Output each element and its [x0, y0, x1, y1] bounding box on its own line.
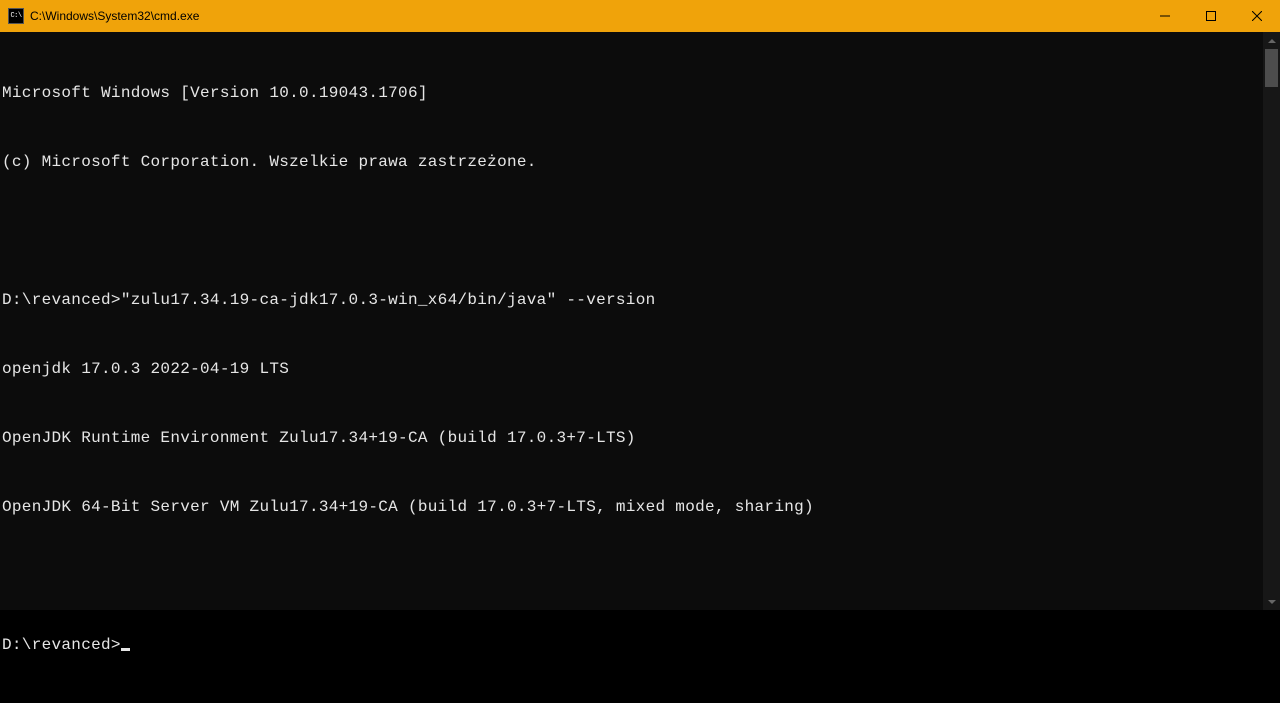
scroll-up-arrow[interactable]	[1263, 32, 1280, 49]
cmd-window: C:\Windows\System32\cmd.exe Microsoft Wi…	[0, 0, 1280, 610]
titlebar-controls	[1142, 0, 1280, 32]
output-line: OpenJDK Runtime Environment Zulu17.34+19…	[2, 427, 1261, 450]
maximize-button[interactable]	[1188, 0, 1234, 32]
close-button[interactable]	[1234, 0, 1280, 32]
output-line: D:\revanced>"zulu17.34.19-ca-jdk17.0.3-w…	[2, 289, 1261, 312]
output-line	[2, 220, 1261, 243]
titlebar-left: C:\Windows\System32\cmd.exe	[8, 8, 199, 24]
minimize-button[interactable]	[1142, 0, 1188, 32]
scroll-thumb[interactable]	[1265, 49, 1278, 87]
titlebar[interactable]: C:\Windows\System32\cmd.exe	[0, 0, 1280, 32]
output-line	[2, 565, 1261, 588]
vertical-scrollbar[interactable]	[1263, 32, 1280, 610]
window-title: C:\Windows\System32\cmd.exe	[30, 9, 199, 23]
output-line: OpenJDK 64-Bit Server VM Zulu17.34+19-CA…	[2, 496, 1261, 519]
output-line: (c) Microsoft Corporation. Wszelkie praw…	[2, 151, 1261, 174]
output-line: openjdk 17.0.3 2022-04-19 LTS	[2, 358, 1261, 381]
terminal-output[interactable]: Microsoft Windows [Version 10.0.19043.17…	[0, 32, 1263, 610]
terminal-area[interactable]: Microsoft Windows [Version 10.0.19043.17…	[0, 32, 1280, 610]
scroll-down-arrow[interactable]	[1263, 593, 1280, 610]
prompt-line[interactable]: D:\revanced>	[2, 634, 1261, 657]
cmd-icon	[8, 8, 24, 24]
output-line: Microsoft Windows [Version 10.0.19043.17…	[2, 82, 1261, 105]
